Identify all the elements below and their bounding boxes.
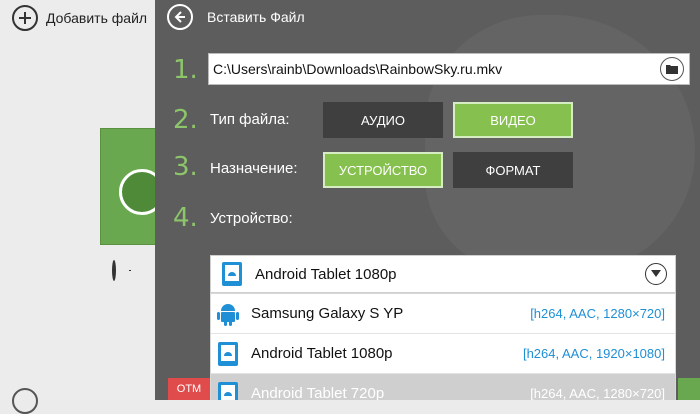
destination-label: Назначение:: [210, 160, 298, 177]
selected-device: Android Tablet 1080p: [255, 265, 397, 283]
device-spec: [h264, AAC, 1280×720]: [530, 306, 665, 321]
add-file-label: Добавить файл: [46, 10, 148, 26]
browse-folder-button[interactable]: [660, 57, 684, 81]
device-name: Android Tablet 720p: [251, 385, 385, 400]
add-file-button[interactable]: Добавить файл: [12, 5, 147, 31]
step-number-2: 2.: [173, 105, 198, 135]
file-type-label: Тип файла:: [210, 111, 290, 128]
device-name: Android Tablet 1080p: [251, 345, 393, 362]
video-thumbnail[interactable]: [100, 128, 165, 245]
audio-button[interactable]: АУДИО: [323, 102, 443, 138]
file-path-field[interactable]: C:\Users\rainb\Downloads\RainbowSky.ru.m…: [208, 53, 690, 85]
device-name: Samsung Galaxy S YP: [251, 305, 404, 322]
device-list: Samsung Galaxy S YP [h264, AAC, 1280×720…: [210, 293, 676, 400]
chevron-down-icon[interactable]: [645, 263, 667, 285]
tablet-icon: [218, 341, 238, 366]
bottom-icon[interactable]: [12, 388, 38, 414]
android-icon: [217, 303, 239, 326]
step-number-4: 4.: [173, 203, 198, 233]
device-button[interactable]: УСТРОЙСТВО: [323, 152, 443, 188]
file-path-text: C:\Users\rainb\Downloads\RainbowSky.ru.m…: [213, 61, 503, 77]
device-spec: [h264, AAC, 1280×720]: [530, 386, 665, 400]
tablet-icon: [222, 262, 242, 286]
plus-circle-icon: [112, 260, 116, 281]
plus-circle-icon: [12, 5, 38, 31]
cancel-button[interactable]: ОТМ: [168, 378, 210, 400]
format-button[interactable]: ФОРМАТ: [453, 152, 573, 188]
insert-file-panel: Вставить Файл 1. C:\Users\rainb\Download…: [155, 0, 700, 400]
add-item-button[interactable]: [112, 260, 148, 298]
video-button[interactable]: ВИДЕО: [453, 102, 573, 138]
list-item[interactable]: Samsung Galaxy S YP [h264, AAC, 1280×720…: [211, 294, 675, 334]
back-button[interactable]: [167, 4, 193, 30]
device-label: Устройство:: [210, 210, 293, 227]
tablet-icon: [218, 381, 238, 400]
convert-button[interactable]: [678, 378, 700, 400]
folder-icon: [666, 65, 678, 74]
arrow-left-icon: [174, 11, 185, 23]
step-number-1: 1.: [173, 55, 198, 85]
step-number-3: 3.: [173, 152, 198, 182]
device-dropdown[interactable]: Android Tablet 1080p: [210, 255, 676, 293]
device-spec: [h264, AAC, 1920×1080]: [522, 346, 665, 361]
list-item-highlighted[interactable]: Android Tablet 720p [h264, AAC, 1280×720…: [211, 374, 675, 400]
list-item[interactable]: Android Tablet 1080p [h264, AAC, 1920×10…: [211, 334, 675, 374]
panel-title: Вставить Файл: [207, 9, 305, 25]
